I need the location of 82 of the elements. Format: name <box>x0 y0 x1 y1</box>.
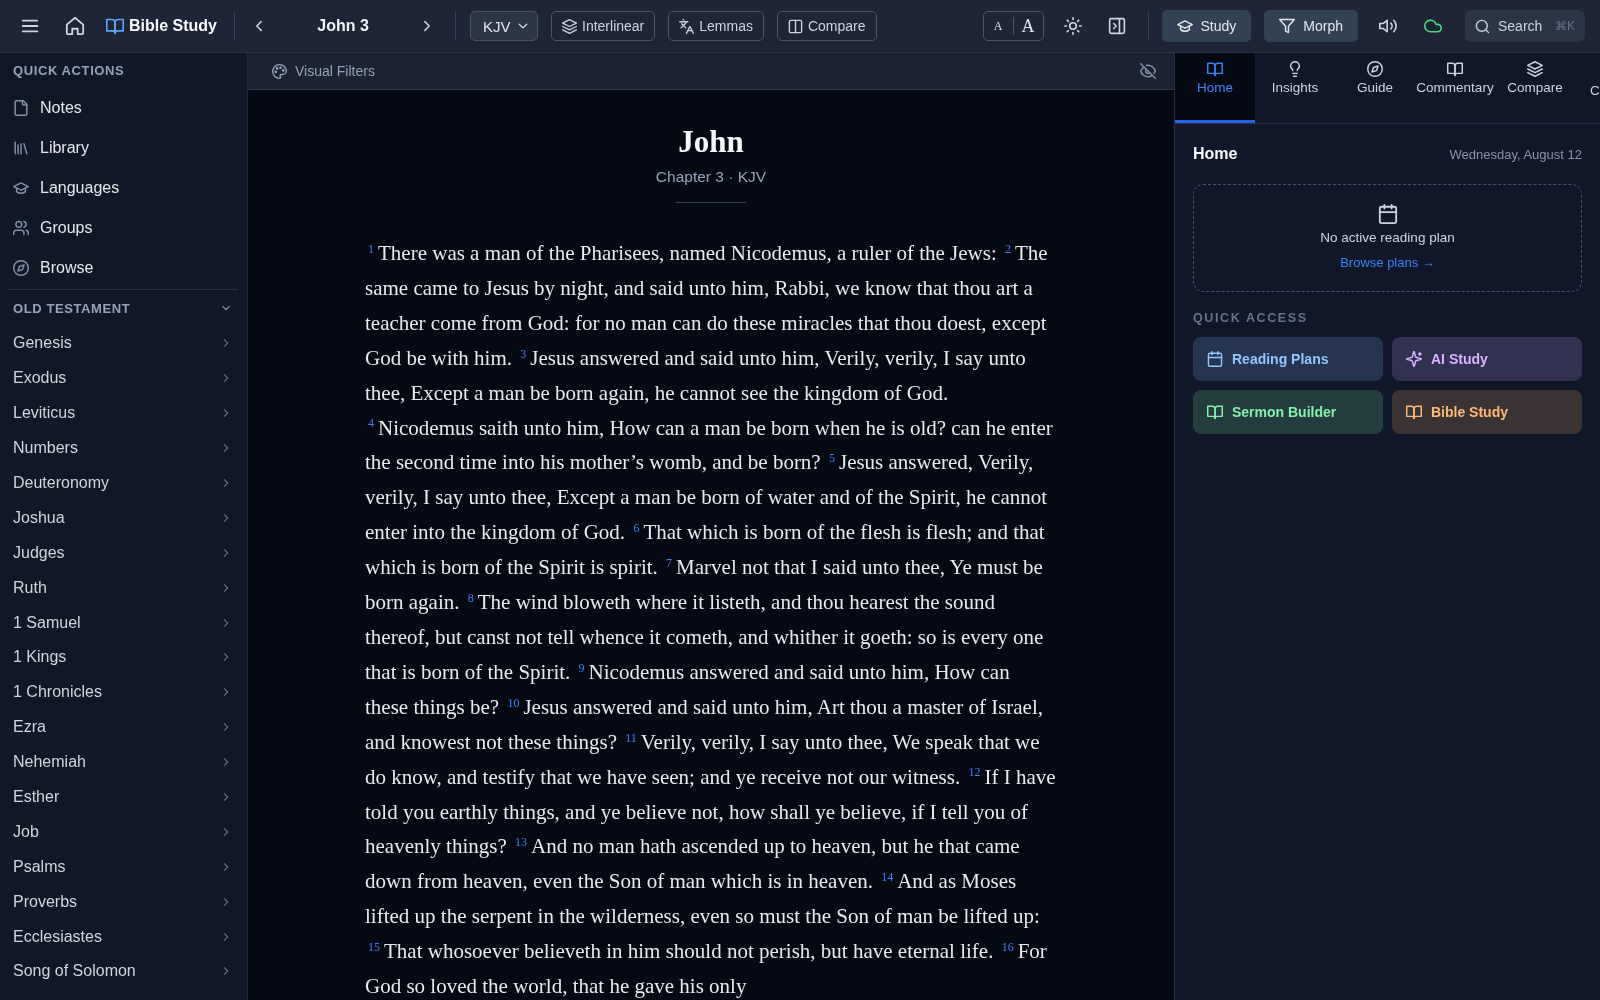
chapter-subtitle: Chapter 3 · KJV <box>655 167 767 187</box>
book-item[interactable]: Job <box>0 814 247 850</box>
compass-icon <box>13 260 29 276</box>
lightbulb-icon <box>1287 61 1303 77</box>
book-icon <box>1447 61 1463 77</box>
quick-access-tile[interactable]: Reading Plans <box>1193 337 1383 381</box>
book-icon <box>1207 61 1223 77</box>
search-button[interactable]: Search ⌘K <box>1465 10 1585 42</box>
book-item[interactable]: Ezra <box>0 709 247 745</box>
app-title: Bible Study <box>129 17 217 35</box>
toggle-button[interactable]: Interlinear <box>551 11 656 41</box>
chapter-text: $^{1}$There was a man of the Pharisees, named Nicodemus, a ruler of the Jews: $^{2}$The same came to Jesus by night, and said unto him, Rabbi, we know that thou art a teacher come from God: for no man can do these miracles that thou doest, except God be with him. $^{3}$Jesus answered and said unto him, Verily, verily, I say unto thee, Except a man be born again, he cannot see the kingdom of God. $^{4}$Nicodemus saith unto him, How can a man be born when he is old? can he enter the second time into his mother’s womb, and be born? $^{5}$Jesus answered, Verily, verily, I say unto thee, Except a man be born of water and of the Spirit, he cannot enter into the kingdom of God. $^{6}$That which is born of the flesh is flesh; and that which is born of the Spirit is spirit. $^{7}$Marvel not that I said unto thee, Ye must be born again. $^{8}$The wind bloweth where it listeth, and thou hearest the sound thereof, but canst not tell whence it cometh, and whither it goeth: so is every one that is born of the Spirit. $^{9}$Nicodemus answered and said unto him, How can these things be? $^{10}$Jesus answered and said unto him, Art thou a master of Israel, and knowest not these things? $^{11}$Verily, verily, I say unto thee, We speak that we do know, and testify that we have seen; and ye receive not our witness. $^{12}$If I have told you earthly things, and ye believe not, how shall ye believe, if I tell you of heavenly things? $^{13}$And no man hath ascended up to heaven, but he that came down from heaven, even the Son of man which is in heaven. $^{14}$And as Moses lifted up the serpent in the wilderness, even so must the Son of man be lifted up: $^{15}$That whosoever believeth in him should not perish, but have eternal life. $^{16}$For God so loved the world, that he gave his only <box>365 240 1057 1000</box>
calendar-icon <box>1377 204 1398 224</box>
books-icon <box>13 140 29 156</box>
panel-tab[interactable]: C <box>1575 53 1600 123</box>
book-item[interactable]: Judges <box>0 535 247 571</box>
columns-icon <box>787 18 803 34</box>
keyboard-shortcut: ⌘K <box>1555 19 1575 33</box>
users-icon <box>13 220 29 236</box>
funnel-icon <box>1279 18 1296 34</box>
book-icon <box>106 17 124 35</box>
section-label: QUICK ACCESS <box>1193 310 1308 326</box>
book-item[interactable]: Exodus <box>0 360 247 396</box>
section-header[interactable]: OLD TESTAMENT <box>0 290 247 326</box>
book-item[interactable]: Joshua <box>0 500 247 536</box>
book-item[interactable]: Song of Solomon <box>0 954 247 989</box>
translate-icon <box>679 18 695 34</box>
book-item[interactable]: Nehemiah <box>0 744 247 780</box>
panel-tab[interactable]: Compare <box>1495 53 1575 123</box>
panel-tab[interactable]: Home <box>1175 53 1255 123</box>
empty-message: No active reading plan <box>1320 229 1455 247</box>
layers-icon <box>562 18 577 34</box>
toggle-button[interactable]: Compare <box>776 11 877 41</box>
cloud-icon[interactable] <box>1424 17 1442 35</box>
quick-access-tile[interactable]: Sermon Builder <box>1193 390 1383 434</box>
sidebar-item[interactable]: Library <box>0 128 247 168</box>
sun-icon[interactable] <box>1063 17 1082 35</box>
sidebar-item[interactable]: Groups <box>0 208 247 248</box>
panel-heading: Home <box>1193 145 1238 163</box>
document-icon <box>13 100 29 116</box>
panel-tab[interactable]: Guide <box>1335 53 1415 123</box>
toggle-button[interactable]: Lemmas <box>668 11 764 41</box>
mode-button[interactable]: Study <box>1161 10 1252 42</box>
quick-access-tile[interactable]: AI Study <box>1392 337 1582 381</box>
book-item[interactable]: 1 Chronicles <box>0 674 247 710</box>
search-icon <box>1475 18 1490 34</box>
book-item[interactable]: Numbers <box>0 430 247 466</box>
sidebar-item[interactable]: Languages <box>0 168 247 208</box>
eye-off-icon[interactable] <box>1140 63 1156 79</box>
graduation-cap-icon <box>13 180 29 196</box>
quick-access-tile[interactable]: Bible Study <box>1392 390 1582 434</box>
book-item[interactable]: Proverbs <box>0 884 247 920</box>
book-item[interactable]: Esther <box>0 779 247 815</box>
book-title: John <box>678 124 744 160</box>
book-item[interactable]: Genesis <box>0 326 247 361</box>
compass-icon <box>1367 61 1383 77</box>
book-item[interactable]: Ruth <box>0 570 247 606</box>
browse-plans-link[interactable]: Browse plans → <box>1340 254 1435 272</box>
mode-button[interactable]: Morph <box>1264 10 1358 42</box>
sidebar-item[interactable]: Browse <box>0 248 247 288</box>
visual-filters-button[interactable]: Visual Filters <box>272 63 375 79</box>
passage-title[interactable]: John 3 <box>267 17 419 35</box>
section-label: QUICK ACTIONS <box>12 62 125 80</box>
book-item[interactable]: Leviticus <box>0 395 247 431</box>
panel-tab[interactable]: Insights <box>1255 53 1335 123</box>
home-icon[interactable] <box>65 16 85 36</box>
translation-select[interactable]: KJV <box>470 11 538 41</box>
book-item[interactable]: Deuteronomy <box>0 465 247 501</box>
date-label: Wednesday, August 12 <box>1449 146 1582 162</box>
book-item[interactable]: Ecclesiastes <box>0 919 247 955</box>
book-item[interactable]: 1 Kings <box>0 640 247 675</box>
font-size-button[interactable]: A <box>983 12 1013 40</box>
book-item[interactable]: 1 Samuel <box>0 605 247 640</box>
layers-icon <box>1527 61 1543 77</box>
palette-icon <box>272 63 287 79</box>
font-size-button[interactable]: A <box>1013 12 1043 40</box>
panel-tab[interactable]: Commentary <box>1415 53 1495 123</box>
graduation-cap-icon <box>1176 18 1193 34</box>
book-item[interactable]: Psalms <box>0 849 247 885</box>
speaker-icon[interactable] <box>1379 17 1397 35</box>
sidebar-item[interactable]: Notes <box>0 88 247 128</box>
panel-toggle-icon[interactable] <box>1107 17 1126 35</box>
